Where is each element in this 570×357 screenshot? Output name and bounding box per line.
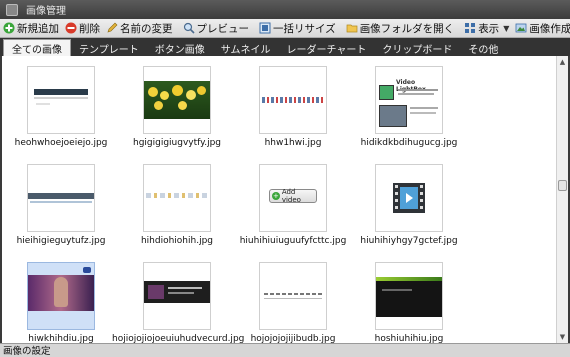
film-icon xyxy=(393,183,425,213)
delete-button[interactable]: 削除 xyxy=(62,20,103,37)
scrollbar-thumb[interactable] xyxy=(558,180,567,191)
open-folder-label: 画像フォルダを開く xyxy=(359,22,455,35)
image-filename: hieihigieguytufz.jpg xyxy=(16,236,106,246)
image-thumbnail[interactable] xyxy=(27,164,95,232)
view-label: 表示 xyxy=(478,22,500,35)
preview-label: プレビュー xyxy=(196,22,250,35)
image-thumbnail[interactable] xyxy=(143,66,211,134)
window-title: 画像管理 xyxy=(26,6,66,17)
plus-icon xyxy=(3,22,15,34)
image-filename: hiuhihiuiuguufyfcttc.jpg xyxy=(239,236,347,246)
magnifier-icon xyxy=(183,22,195,34)
image-thumbnail[interactable] xyxy=(259,262,327,330)
tab-clipboard[interactable]: クリップボード xyxy=(374,40,460,56)
tab-all-images[interactable]: 全ての画像 xyxy=(3,39,71,56)
image-thumbnail[interactable] xyxy=(143,164,211,232)
pencil-icon xyxy=(107,22,118,33)
tab-radar-chart[interactable]: レーダーチャート xyxy=(279,40,375,56)
tab-other[interactable]: その他 xyxy=(460,40,506,56)
tab-thumbnails[interactable]: サムネイル xyxy=(213,40,279,56)
add-button[interactable]: 新規追加 xyxy=(0,20,62,37)
image-filename: hihdiohiohih.jpg xyxy=(140,236,214,246)
category-tabs: 全ての画像 テンプレート ボタン画像 サムネイル レーダーチャート クリップボー… xyxy=(0,38,570,56)
add-video-text: Add video xyxy=(281,188,301,204)
vertical-scrollbar[interactable]: ▲ ▼ xyxy=(556,56,568,343)
image-filename: hojojojojijibudb.jpg xyxy=(250,334,336,343)
add-label: 新規追加 xyxy=(17,22,59,35)
tab-templates[interactable]: テンプレート xyxy=(71,40,147,56)
chevron-down-icon: ▼ xyxy=(503,23,510,33)
image-filename: hiwkhihdiu.jpg xyxy=(28,334,94,343)
rename-label: 名前の変更 xyxy=(120,22,173,35)
create-image-button[interactable]: 画像作成 ▼ xyxy=(512,20,570,37)
image-thumbnail[interactable]: Video LightBox xyxy=(375,66,443,134)
view-icon xyxy=(465,23,476,33)
delete-icon xyxy=(65,22,77,34)
image-thumbnail[interactable] xyxy=(375,164,443,232)
create-image-label: 画像作成 xyxy=(529,22,570,35)
preview-button[interactable]: プレビュー xyxy=(180,20,253,37)
image-thumbnail[interactable]: + Add video xyxy=(259,164,327,232)
image-thumbnail[interactable] xyxy=(27,66,95,134)
scroll-down-icon[interactable]: ▼ xyxy=(557,331,568,343)
image-filename: hidikdkbdihugucg.jpg xyxy=(360,138,458,148)
plus-icon: + xyxy=(272,192,280,200)
open-folder-button[interactable]: 画像フォルダを開く xyxy=(343,20,458,37)
folder-icon xyxy=(346,24,358,33)
image-filename: hojiojojiojoeuiuhudvecurd.jpg xyxy=(112,334,245,343)
batch-resize-label: 一括リサイズ xyxy=(273,22,336,35)
image-thumbnail[interactable] xyxy=(375,262,443,330)
image-filename: hiuhihiyhgy7gctef.jpg xyxy=(360,236,458,246)
rename-button[interactable]: 名前の変更 xyxy=(103,20,176,37)
image-filename: hgigigigiugvytfy.jpg xyxy=(133,138,221,148)
view-menu-button[interactable]: 表示 ▼ xyxy=(461,20,512,37)
resize-icon xyxy=(259,22,271,34)
image-grid: heohwhoejoeiejo.jpg hgigigigiugvytfy.jpg… xyxy=(2,56,556,343)
image-filename: heohwhoejoeiejo.jpg xyxy=(14,138,108,148)
image-thumbnail[interactable] xyxy=(143,262,211,330)
image-create-icon xyxy=(515,23,527,33)
image-filename: hhw1hwi.jpg xyxy=(264,138,322,148)
tab-button-images[interactable]: ボタン画像 xyxy=(147,40,213,56)
image-thumbnail[interactable] xyxy=(259,66,327,134)
app-icon xyxy=(6,3,18,16)
batch-resize-button[interactable]: 一括リサイズ xyxy=(256,20,339,37)
scroll-up-icon[interactable]: ▲ xyxy=(557,56,568,68)
title-bar: 画像管理 xyxy=(0,0,570,19)
image-thumbnail[interactable] xyxy=(27,262,95,330)
status-text: 画像の設定 xyxy=(3,346,51,357)
toolbar: 新規追加 削除 名前の変更 プレビュー 一括リサイズ 画像フォルダを開く 表示 … xyxy=(0,19,570,38)
image-filename: hoshiuhihiu.jpg xyxy=(374,334,444,343)
status-bar: 画像の設定 xyxy=(0,343,570,357)
delete-label: 削除 xyxy=(79,22,100,35)
